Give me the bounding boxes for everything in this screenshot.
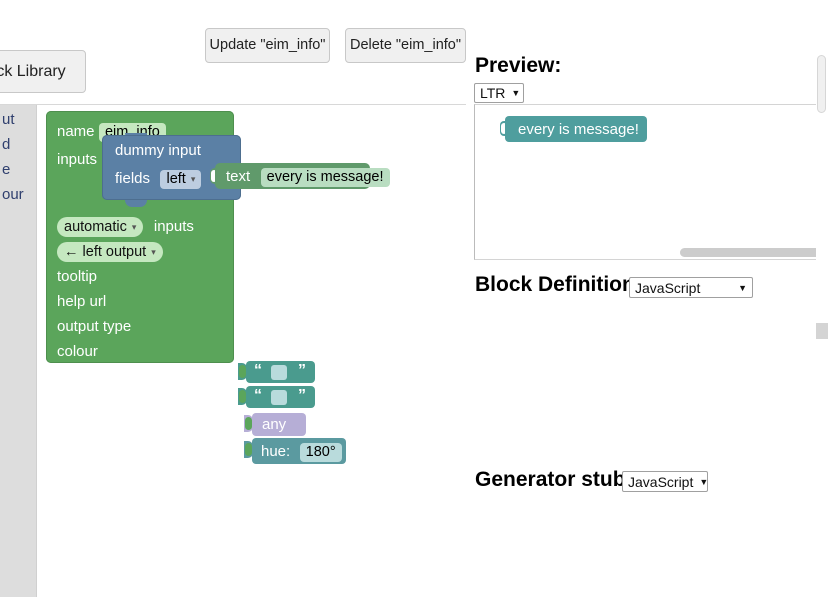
factory-row-tooltip: tooltip (57, 268, 97, 286)
factory-row-help-url: help url (57, 293, 106, 311)
chevron-down-icon: ▾ (151, 246, 156, 257)
chevron-down-icon: ▼ (699, 476, 709, 487)
any-type-label: any (262, 416, 287, 433)
chevron-down-icon: ▼ (738, 282, 747, 293)
block-library-button[interactable]: ck Library (0, 50, 86, 93)
preview-direction-select[interactable]: LTR ▼ (474, 83, 524, 103)
field-alignment-dropdown[interactable]: left ▾ (160, 170, 202, 189)
block-definition-language-select[interactable]: JavaScript ▼ (629, 277, 753, 298)
toolbox-category-colour[interactable]: our (0, 182, 36, 207)
quote-open-icon: “ (254, 362, 262, 379)
generator-stub-heading: Generator stub: (475, 468, 633, 491)
colour-hue-block[interactable]: hue: 180° (252, 438, 346, 464)
dummy-input-bottom-notch (125, 200, 147, 207)
chevron-down-icon: ▾ (190, 173, 196, 184)
page-scrollbar-thumb[interactable] (817, 55, 826, 113)
dummy-input-label: dummy input (115, 142, 201, 159)
name-label: name (57, 123, 95, 140)
preview-heading: Preview: (475, 54, 562, 77)
quote-close-icon: ” (298, 387, 306, 404)
text-label: text (226, 168, 251, 185)
toolbox-category-field[interactable]: d (0, 132, 36, 157)
preview-workspace[interactable]: every is message! (474, 104, 827, 260)
output-type-connector-hole (245, 417, 252, 430)
inputs-label: inputs (57, 151, 98, 168)
factory-row-inputs: inputs (57, 151, 97, 169)
dummy-input-fields-row: fields left ▾ (115, 170, 202, 189)
automatic-inputs-suffix: inputs (153, 218, 194, 235)
blockly-toolbox[interactable]: ut d e our (0, 105, 36, 597)
blockly-workspace[interactable]: name eim_info inputs automatic ▾ inputs ←… (37, 105, 466, 597)
delete-block-button[interactable]: Delete "eim_info" (345, 28, 466, 63)
chevron-down-icon: ▼ (511, 88, 521, 98)
block-factory-editor: ut d e our name eim_info inputs automati… (0, 104, 466, 597)
generator-stub-language-value: JavaScript (628, 473, 694, 490)
preview-horizontal-scrollbar[interactable] (680, 248, 826, 257)
factory-row-automatic: automatic ▾ inputs (57, 217, 194, 237)
hue-label: hue: (261, 443, 291, 460)
text-field-block[interactable]: text every is message! (215, 163, 390, 189)
page-scrollbar-thumb-secondary[interactable] (816, 323, 828, 339)
toolbox-category-input[interactable]: ut (0, 107, 36, 132)
help-url-label: help url (57, 293, 107, 310)
toolbox-category-type[interactable]: e (0, 157, 36, 182)
help-url-connector-hole (239, 390, 246, 403)
hue-value-field[interactable]: 180° (299, 443, 342, 462)
colour-connector-hole (245, 443, 252, 456)
tooltip-label: tooltip (57, 268, 98, 285)
toolbox-category-list: ut d e our (0, 105, 36, 207)
page-scrollbar-track[interactable] (816, 0, 828, 597)
input-alignment-dropdown[interactable]: automatic ▾ (57, 217, 144, 237)
generator-stub-language-select[interactable]: JavaScript ▼ (622, 471, 708, 492)
factory-row-connections: ← left output ▾ (57, 242, 163, 262)
chevron-down-icon: ▾ (131, 221, 137, 232)
fields-label: fields (115, 170, 151, 187)
output-type-label: output type (57, 318, 132, 335)
quote-open-icon: “ (254, 387, 262, 404)
preview-direction-value: LTR (480, 85, 506, 101)
tooltip-connector-hole (239, 365, 246, 378)
block-definition-heading: Block Definition: (475, 273, 642, 296)
block-definition-language-value: JavaScript (635, 279, 701, 296)
preview-block-label: every is message! (518, 121, 639, 138)
factory-row-output-type: output type (57, 318, 131, 336)
any-type-block[interactable]: any (252, 413, 306, 436)
update-block-button[interactable]: Update "eim_info" (205, 28, 330, 63)
colour-label: colour (57, 343, 98, 360)
tooltip-string-block[interactable]: “ ” (246, 361, 315, 383)
connection-type-dropdown[interactable]: ← left output ▾ (57, 242, 163, 262)
right-output-panel: Preview: LTR ▼ every is message! Block D… (466, 0, 828, 597)
blockly-developer-tools-page: ck Library Update "eim_info" Delete "eim… (0, 0, 828, 597)
help-url-text-field[interactable] (271, 390, 287, 405)
help-url-string-block[interactable]: “ ” (246, 386, 315, 408)
hue-row: hue: 180° (261, 443, 342, 462)
preview-block[interactable]: every is message! (505, 116, 647, 142)
text-value-field[interactable]: every is message! (260, 168, 390, 187)
factory-row-colour: colour (57, 343, 98, 361)
quote-close-icon: ” (298, 362, 306, 379)
text-block-row: text every is message! (226, 168, 390, 187)
tooltip-text-field[interactable] (271, 365, 287, 380)
